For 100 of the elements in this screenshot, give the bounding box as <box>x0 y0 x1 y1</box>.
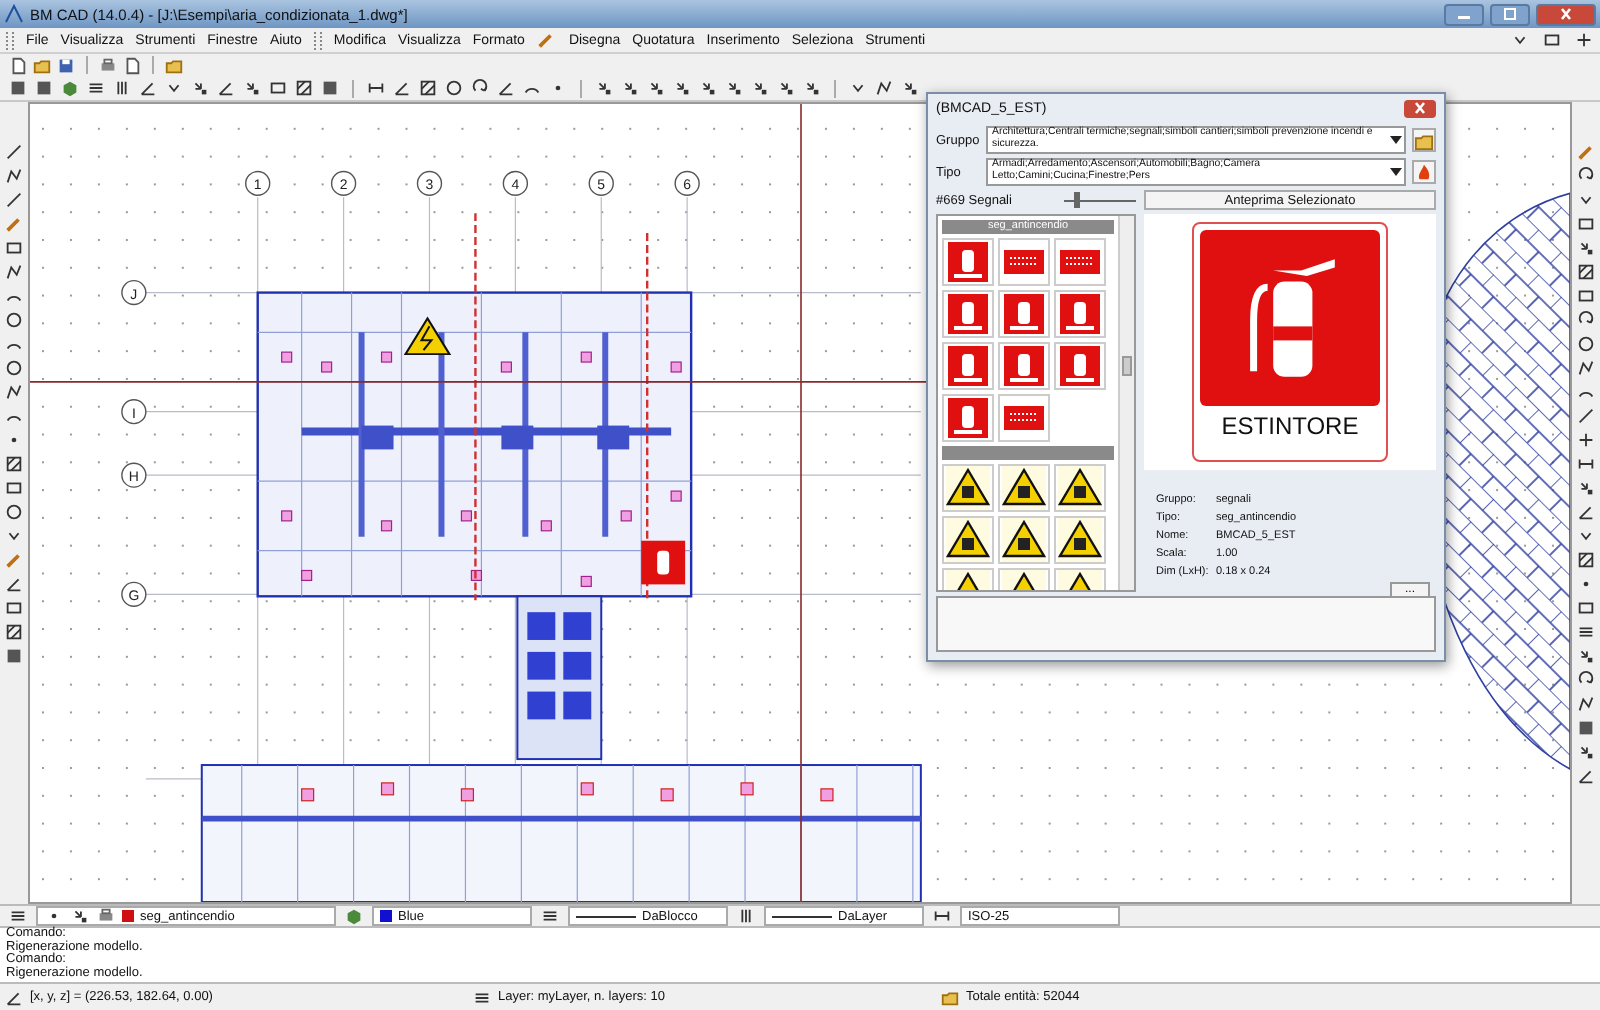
polyline-icon[interactable] <box>1576 358 1596 378</box>
symbol-thumbnail[interactable] <box>942 464 994 512</box>
polyline-icon[interactable] <box>4 262 24 282</box>
snap-icon[interactable] <box>776 78 796 98</box>
symbol-thumbnail[interactable] <box>1054 342 1106 390</box>
polyline-icon[interactable] <box>4 382 24 402</box>
circle-icon[interactable] <box>1576 334 1596 354</box>
minimize-button[interactable] <box>1444 3 1484 25</box>
circle-icon[interactable] <box>4 358 24 378</box>
rectangle-icon[interactable] <box>268 78 288 98</box>
box-icon[interactable] <box>34 78 54 98</box>
bars-icon[interactable] <box>736 906 756 926</box>
dimension-icon[interactable] <box>932 906 952 926</box>
box-icon[interactable] <box>320 78 340 98</box>
snap-icon[interactable] <box>190 78 210 98</box>
symbol-thumbnail[interactable] <box>998 290 1050 338</box>
folder-button[interactable] <box>1412 128 1436 152</box>
angle-icon[interactable] <box>216 78 236 98</box>
symbol-thumbnail[interactable] <box>942 342 994 390</box>
rectangle-icon[interactable] <box>1542 30 1562 50</box>
circle-icon[interactable] <box>4 310 24 330</box>
new-file-icon[interactable] <box>122 55 142 75</box>
hatch-icon[interactable] <box>1576 550 1596 570</box>
angle-icon[interactable] <box>496 78 516 98</box>
box-icon[interactable] <box>1576 718 1596 738</box>
snap-icon[interactable] <box>620 78 640 98</box>
scrollbar[interactable] <box>1118 216 1134 590</box>
angle-icon[interactable] <box>138 78 158 98</box>
symbol-thumbnail[interactable] <box>1054 464 1106 512</box>
notes-field[interactable] <box>936 596 1436 652</box>
hatch-icon[interactable] <box>4 454 24 474</box>
rectangle-icon[interactable] <box>1576 598 1596 618</box>
symbol-thumbnail[interactable] <box>998 516 1050 564</box>
line-icon[interactable] <box>1576 406 1596 426</box>
line-icon[interactable] <box>4 142 24 162</box>
symbol-thumbnail[interactable] <box>942 394 994 442</box>
rectangle-icon[interactable] <box>4 238 24 258</box>
printer-icon[interactable] <box>98 55 118 75</box>
cross-icon[interactable] <box>1574 30 1594 50</box>
box-icon[interactable] <box>8 78 28 98</box>
snap-icon[interactable] <box>1576 646 1596 666</box>
hatch-icon[interactable] <box>418 78 438 98</box>
symbol-thumbnail[interactable] <box>1054 290 1106 338</box>
hatch-icon[interactable] <box>294 78 314 98</box>
symbol-thumbnail[interactable] <box>998 238 1050 286</box>
angle-icon[interactable] <box>4 574 24 594</box>
bars-icon[interactable] <box>112 78 132 98</box>
snap-icon[interactable] <box>724 78 744 98</box>
lines-icon[interactable] <box>8 906 28 926</box>
rectangle-icon[interactable] <box>4 478 24 498</box>
line-icon[interactable] <box>4 190 24 210</box>
symbol-thumbnail[interactable] <box>942 238 994 286</box>
symbol-thumbnail[interactable] <box>942 290 994 338</box>
rectangle-icon[interactable] <box>1576 214 1596 234</box>
cube-icon[interactable] <box>60 78 80 98</box>
polyline-icon[interactable] <box>1576 694 1596 714</box>
rectangle-icon[interactable] <box>4 598 24 618</box>
fire-button[interactable] <box>1412 160 1436 184</box>
grid-bubble <box>121 279 147 306</box>
symbol-thumbnail[interactable] <box>998 464 1050 512</box>
snap-icon[interactable] <box>1576 238 1596 258</box>
polyline-icon[interactable] <box>4 166 24 186</box>
circle-icon[interactable] <box>444 78 464 98</box>
hatch-icon[interactable] <box>1576 262 1596 282</box>
snap-icon[interactable] <box>900 78 920 98</box>
folder-icon[interactable] <box>32 55 52 75</box>
symbol-thumbnail[interactable] <box>942 516 994 564</box>
angle-icon[interactable] <box>1576 502 1596 522</box>
snap-icon[interactable] <box>1576 478 1596 498</box>
circle-icon[interactable] <box>4 502 24 522</box>
cross-icon[interactable] <box>1576 430 1596 450</box>
lines-icon[interactable] <box>1576 622 1596 642</box>
snap-icon[interactable] <box>802 78 822 98</box>
snap-icon[interactable] <box>698 78 718 98</box>
lines-icon[interactable] <box>86 78 106 98</box>
folder-icon[interactable] <box>164 55 184 75</box>
snap-icon[interactable] <box>594 78 614 98</box>
symbol-thumbnail[interactable] <box>998 394 1050 442</box>
symbol-thumbnail[interactable] <box>998 342 1050 390</box>
hatch-icon[interactable] <box>4 622 24 642</box>
close-button[interactable] <box>1536 3 1596 25</box>
fire-sign-icon <box>946 396 990 440</box>
symbol-thumbnail[interactable] <box>1054 516 1106 564</box>
snap-icon[interactable] <box>750 78 770 98</box>
dimension-icon[interactable] <box>366 78 386 98</box>
snap-icon[interactable] <box>242 78 262 98</box>
angle-icon[interactable] <box>1576 766 1596 786</box>
symbol-thumbnail[interactable] <box>1054 238 1106 286</box>
maximize-button[interactable] <box>1490 3 1530 25</box>
snap-icon[interactable] <box>672 78 692 98</box>
box-icon[interactable] <box>4 646 24 666</box>
snap-icon[interactable] <box>646 78 666 98</box>
close-button[interactable] <box>1404 99 1436 117</box>
snap-icon[interactable] <box>1576 742 1596 762</box>
rectangle-icon[interactable] <box>1576 286 1596 306</box>
lines-icon[interactable] <box>540 906 560 926</box>
dimension-icon[interactable] <box>1576 454 1596 474</box>
polyline-icon[interactable] <box>874 78 894 98</box>
angle-icon[interactable] <box>392 78 412 98</box>
new-file-icon[interactable] <box>8 55 28 75</box>
